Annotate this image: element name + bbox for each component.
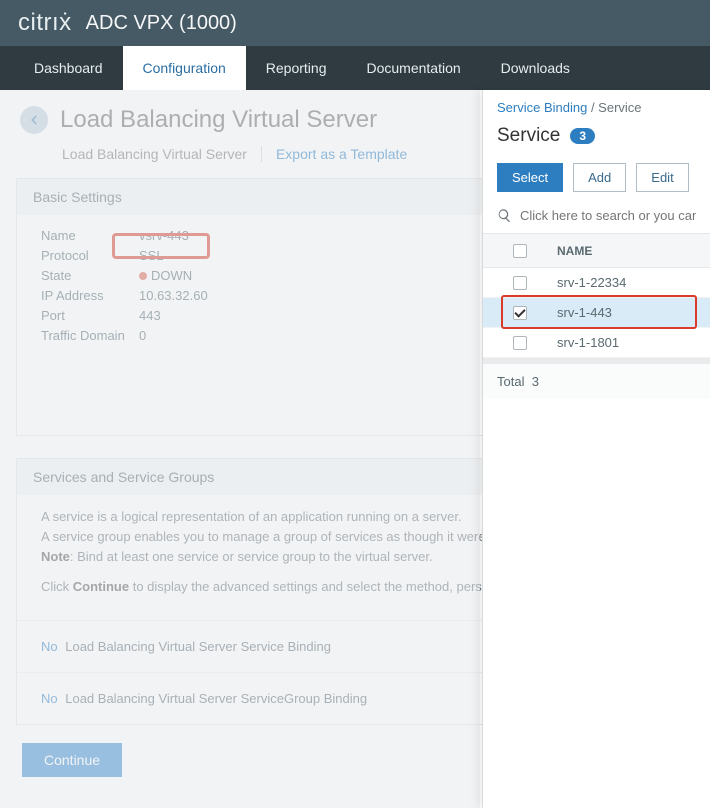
row-name: srv-1-22334 — [557, 275, 710, 290]
page-subtitle: Load Balancing Virtual Server — [62, 146, 247, 162]
value-port: 443 — [139, 308, 161, 323]
status-dot-icon — [139, 272, 147, 280]
tab-dashboard[interactable]: Dashboard — [14, 46, 123, 90]
breadcrumb: Service Binding / Service — [483, 90, 710, 123]
column-name[interactable]: NAME — [557, 244, 710, 258]
row-checkbox[interactable] — [513, 336, 527, 350]
back-button[interactable] — [20, 106, 48, 134]
search-input[interactable] — [520, 208, 696, 223]
table-header: NAME — [483, 234, 710, 268]
label-state: State — [41, 268, 139, 283]
export-template-link[interactable]: Export as a Template — [276, 146, 407, 162]
side-panel: Service Binding / Service Service 3 Sele… — [482, 90, 710, 808]
label-ip: IP Address — [41, 288, 139, 303]
top-nav: Dashboard Configuration Reporting Docume… — [0, 46, 710, 90]
value-name: vsrv-443 — [139, 228, 189, 243]
callout-selected-row — [501, 295, 697, 329]
divider — [261, 146, 262, 162]
tab-documentation[interactable]: Documentation — [346, 46, 480, 90]
total-row: Total 3 — [483, 364, 710, 399]
tab-reporting[interactable]: Reporting — [246, 46, 347, 90]
continue-button[interactable]: Continue — [22, 743, 122, 777]
brand-bar: citrıẋ ADC VPX (1000) — [0, 0, 710, 46]
brand-citrix: citrıẋ — [18, 9, 72, 37]
side-panel-title: Service — [497, 125, 560, 147]
table-row[interactable]: srv-1-443 — [483, 298, 710, 328]
select-all-checkbox[interactable] — [513, 244, 527, 258]
label-name: Name — [41, 228, 139, 243]
page-title: Load Balancing Virtual Server — [60, 106, 377, 134]
table-row[interactable]: srv-1-1801 — [483, 328, 710, 358]
label-port: Port — [41, 308, 139, 323]
count-badge: 3 — [570, 128, 595, 144]
value-state: DOWN — [139, 268, 192, 283]
table-row[interactable]: srv-1-22334 — [483, 268, 710, 298]
brand-product: ADC VPX (1000) — [86, 12, 237, 35]
search-icon — [497, 208, 512, 223]
value-protocol: SSL — [139, 248, 164, 263]
select-button[interactable]: Select — [497, 163, 563, 192]
edit-button[interactable]: Edit — [636, 163, 688, 192]
row-name: srv-1-1801 — [557, 335, 710, 350]
row-checkbox[interactable] — [513, 276, 527, 290]
label-traffic-domain: Traffic Domain — [41, 328, 139, 343]
tab-configuration[interactable]: Configuration — [123, 46, 246, 90]
tab-downloads[interactable]: Downloads — [481, 46, 590, 90]
label-protocol: Protocol — [41, 248, 139, 263]
add-button[interactable]: Add — [573, 163, 626, 192]
value-ip: 10.63.32.60 — [139, 288, 208, 303]
breadcrumb-service-binding[interactable]: Service Binding — [497, 100, 587, 115]
breadcrumb-service: Service — [598, 100, 641, 115]
value-traffic-domain: 0 — [139, 328, 146, 343]
